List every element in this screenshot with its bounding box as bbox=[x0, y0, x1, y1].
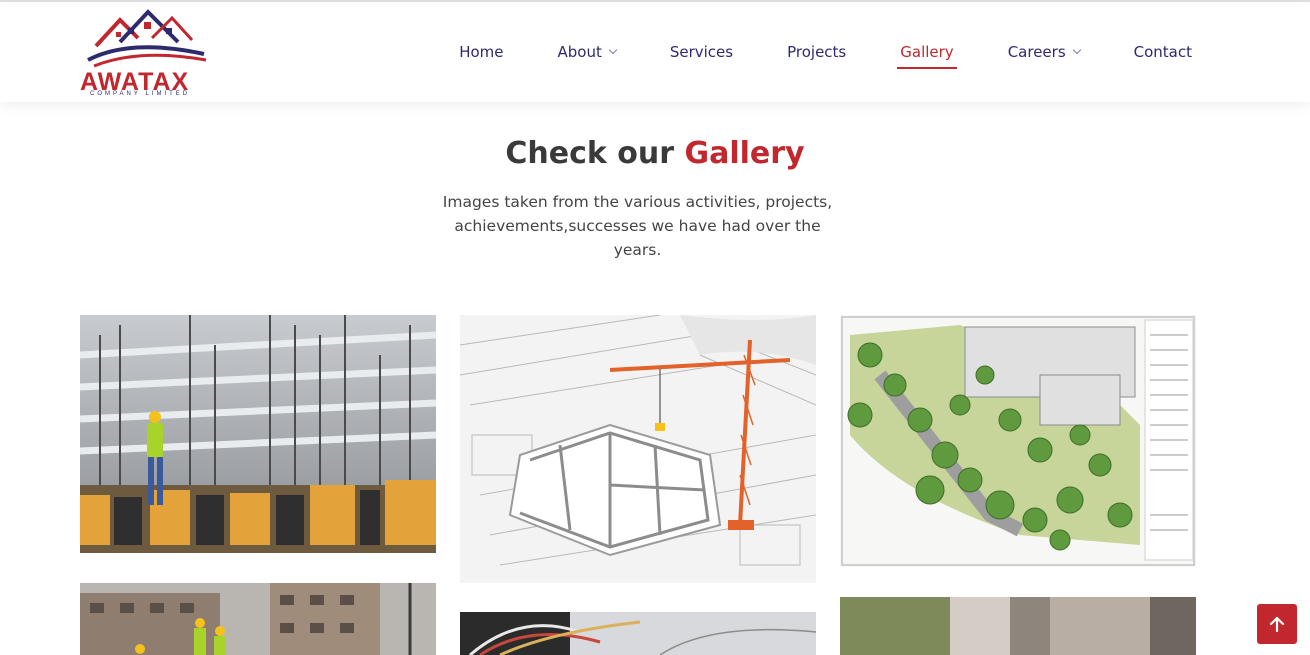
nav-home-label: Home bbox=[459, 43, 504, 61]
chevron-down-icon bbox=[1072, 45, 1081, 55]
nav-careers[interactable]: Careers bbox=[1007, 37, 1081, 67]
chevron-down-icon bbox=[608, 45, 618, 55]
nav-projects[interactable]: Projects bbox=[787, 37, 846, 67]
logo-roof-icon bbox=[87, 9, 207, 68]
nav-gallery-label: Gallery bbox=[900, 43, 954, 61]
gallery-heading-accent: Gallery bbox=[684, 136, 805, 171]
company-logo[interactable]: AWATAX COMPANY LIMITED bbox=[80, 8, 212, 100]
gallery-description: Images taken from the various activities… bbox=[442, 193, 833, 259]
gallery-image-building-workers[interactable] bbox=[80, 583, 436, 655]
arrow-up-icon bbox=[1269, 616, 1285, 633]
nav-careers-label: Careers bbox=[1007, 43, 1066, 61]
gallery-image-electrical-wiring[interactable] bbox=[460, 612, 816, 655]
main-nav: Home About Services Projects Gallery Car… bbox=[405, 2, 1192, 102]
gallery-heading: Check our Gallery bbox=[0, 136, 1310, 171]
nav-home[interactable]: Home bbox=[459, 37, 503, 67]
nav-services[interactable]: Services bbox=[670, 37, 733, 67]
scroll-to-top-button[interactable] bbox=[1257, 604, 1297, 644]
gallery-image-stone-columns[interactable] bbox=[840, 597, 1196, 655]
nav-projects-label: Projects bbox=[787, 43, 847, 61]
nav-about-label: About bbox=[557, 43, 602, 61]
nav-contact[interactable]: Contact bbox=[1134, 37, 1192, 67]
gallery-image-blueprint-crane[interactable] bbox=[460, 315, 816, 583]
gallery-image-construction-site[interactable] bbox=[80, 315, 436, 553]
nav-gallery[interactable]: Gallery bbox=[897, 37, 958, 69]
gallery-heading-prefix: Check our bbox=[505, 136, 685, 171]
nav-contact-label: Contact bbox=[1133, 43, 1192, 61]
gallery-image-site-plan[interactable] bbox=[840, 315, 1196, 567]
nav-services-label: Services bbox=[669, 43, 734, 61]
nav-about[interactable]: About bbox=[557, 37, 618, 67]
logo-tagline: COMPANY LIMITED bbox=[90, 91, 191, 97]
site-header: AWATAX COMPANY LIMITED Home About Servic… bbox=[0, 2, 1310, 102]
